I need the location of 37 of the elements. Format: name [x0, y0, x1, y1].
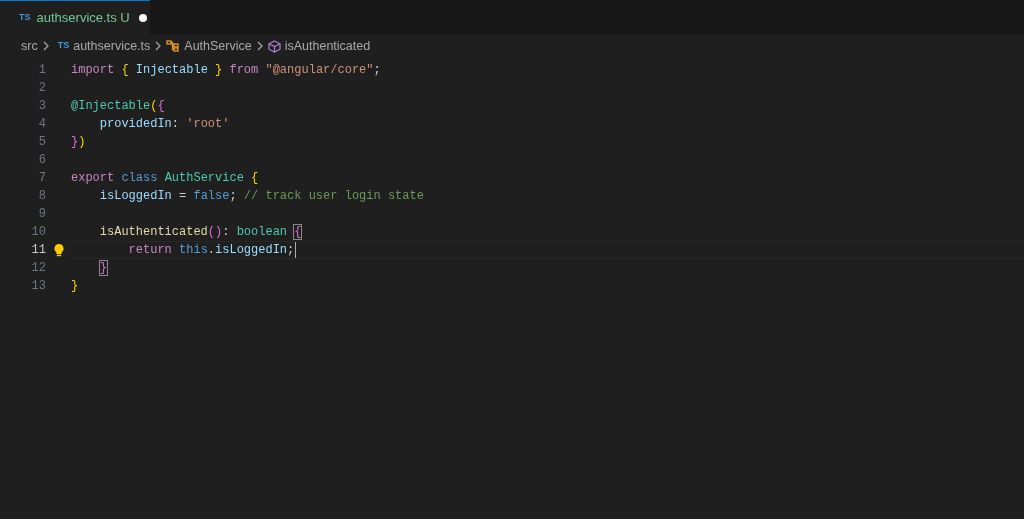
breadcrumb-item[interactable]: isAuthenticated	[284, 36, 371, 56]
line-number: 5	[37, 134, 46, 151]
code-line: })	[71, 134, 86, 151]
code-line: isAuthenticated(): boolean {	[98, 224, 302, 241]
line-number: 1	[37, 62, 46, 79]
typescript-icon: TS	[19, 11, 31, 25]
breadcrumb-item[interactable]: AuthService	[184, 36, 252, 56]
class-icon	[166, 40, 181, 52]
code-line: import { Injectable } from "@angular/core";	[71, 62, 381, 79]
typescript-icon: TS	[57, 39, 70, 53]
line-number: 8	[37, 188, 46, 205]
code-line: providedIn: 'root'	[98, 116, 230, 133]
line-number: 12	[30, 260, 46, 277]
editor-tab[interactable]: TS authservice.ts U	[0, 0, 150, 35]
line-number: 2	[37, 80, 46, 97]
chevron-icon	[41, 41, 50, 51]
line-number: 3	[37, 98, 46, 115]
cube-icon	[267, 39, 281, 53]
code-line: isLoggedIn = false; // track user login state	[98, 188, 424, 205]
code-line: }	[98, 260, 107, 277]
lightbulb-icon[interactable]	[52, 243, 65, 257]
tab-label: authservice.ts U	[36, 9, 130, 28]
line-number: 4	[37, 116, 46, 133]
code-line: export class AuthService {	[71, 170, 259, 187]
chevron-icon	[154, 41, 163, 51]
line-number: 9	[37, 206, 46, 223]
breadcrumb-item[interactable]: src	[21, 36, 38, 56]
chevron-icon	[255, 41, 264, 51]
line-number: 7	[37, 170, 46, 187]
code-line: @Injectable({	[71, 98, 165, 115]
breadcrumb-item[interactable]: authservice.ts	[73, 36, 151, 56]
line-number: 10	[30, 224, 46, 241]
code-line: }	[71, 278, 79, 295]
line-number: 11	[30, 242, 46, 259]
line-number: 13	[30, 278, 46, 295]
line-number: 6	[37, 152, 46, 169]
code-line: return this.isLoggedIn;	[71, 241, 297, 259]
